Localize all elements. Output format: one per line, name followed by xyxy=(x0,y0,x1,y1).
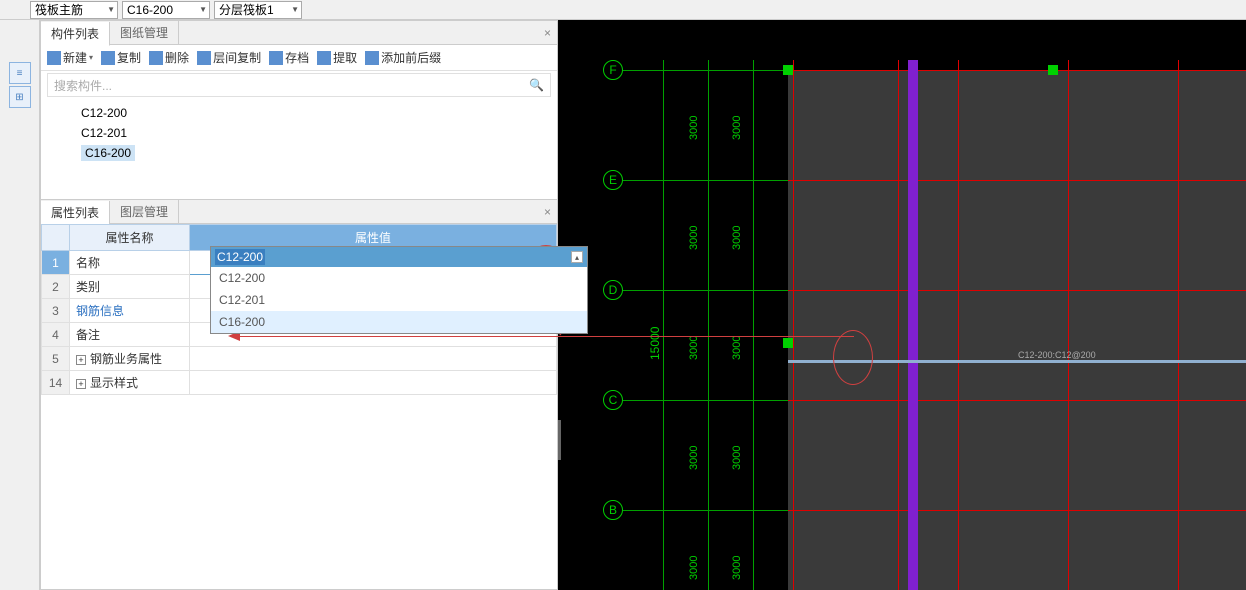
expand-icon[interactable]: + xyxy=(76,379,86,389)
handle-icon[interactable] xyxy=(1048,65,1058,75)
component-list: C12-200 C12-201 C16-200 xyxy=(41,99,557,187)
chevron-down-icon: ▼ xyxy=(107,5,115,14)
prop-name: 名称 xyxy=(70,251,190,275)
dimension-label: 3000 xyxy=(731,116,743,140)
dropdown-option[interactable]: C12-201 xyxy=(211,289,587,311)
dropdown-rebar-spec[interactable]: C16-200▼ xyxy=(122,1,210,19)
prop-value-cell[interactable] xyxy=(190,347,557,371)
dimension-label: 3000 xyxy=(688,116,700,140)
left-tool-strip: ≡ ⊞ xyxy=(0,20,40,590)
delete-button[interactable]: 删除 xyxy=(149,49,189,66)
row-num[interactable]: 3 xyxy=(42,299,70,323)
dropdown-rebar-type[interactable]: 筏板主筋▼ xyxy=(30,1,118,19)
dimension-label: 3000 xyxy=(688,336,700,360)
handle-icon[interactable] xyxy=(783,65,793,75)
chevron-down-icon: ▼ xyxy=(291,5,299,14)
copy-button[interactable]: 复制 xyxy=(101,49,141,66)
search-input[interactable]: 搜索构件... 🔍 xyxy=(47,73,551,97)
extract-button[interactable]: 提取 xyxy=(317,49,357,66)
tab-drawing-manage[interactable]: 图纸管理 xyxy=(110,21,179,45)
dropdown-option[interactable]: C12-200 xyxy=(211,267,587,289)
tab-layer-manage[interactable]: 图层管理 xyxy=(110,200,179,224)
dropdown-layer[interactable]: 分层筏板1▼ xyxy=(214,1,302,19)
dimension-label: 3000 xyxy=(731,556,743,580)
dimension-label: 3000 xyxy=(731,446,743,470)
handle-icon[interactable] xyxy=(783,338,793,348)
list-item[interactable]: C12-200 xyxy=(81,103,557,123)
dimension-label-total: 15000 xyxy=(648,327,662,360)
prop-name: 钢筋信息 xyxy=(70,299,190,323)
grid-bubble: B xyxy=(603,500,623,520)
search-icon: 🔍 xyxy=(529,78,544,92)
row-num[interactable]: 1 xyxy=(42,251,70,275)
archive-button[interactable]: 存档 xyxy=(269,49,309,66)
dimension-label: 3000 xyxy=(688,226,700,250)
grid-bubble: C xyxy=(603,390,623,410)
extract-icon xyxy=(317,51,331,65)
prefix-icon xyxy=(365,51,379,65)
archive-icon xyxy=(269,51,283,65)
prop-name: +显示样式 xyxy=(70,371,190,395)
dropdown-option[interactable]: C16-200 xyxy=(211,311,587,333)
expand-icon[interactable]: + xyxy=(76,355,86,365)
rebar-label: C12-200:C12@200 xyxy=(1018,350,1096,360)
tool-icon-2[interactable]: ⊞ xyxy=(9,86,31,108)
list-item-selected[interactable]: C16-200 xyxy=(81,143,557,163)
delete-icon xyxy=(149,51,163,65)
chevron-down-icon: ▼ xyxy=(199,5,207,14)
dimension-label: 3000 xyxy=(731,336,743,360)
annotation-arrow xyxy=(240,336,854,337)
value-input[interactable]: C12-200 xyxy=(211,247,587,267)
floorcopy-button[interactable]: 层间复制 xyxy=(197,49,261,66)
row-num[interactable]: 2 xyxy=(42,275,70,299)
tab-component-list[interactable]: 构件列表 xyxy=(41,22,110,46)
close-icon[interactable]: × xyxy=(544,205,551,219)
prop-name: +钢筋业务属性 xyxy=(70,347,190,371)
new-icon xyxy=(47,51,61,65)
new-button[interactable]: 新建▾ xyxy=(47,49,93,66)
prop-name: 类别 xyxy=(70,275,190,299)
prop-value-cell[interactable] xyxy=(190,371,557,395)
tool-icon-1[interactable]: ≡ xyxy=(9,62,31,84)
chevron-up-icon[interactable]: ▴ xyxy=(571,251,583,263)
list-item[interactable]: C12-201 xyxy=(81,123,557,143)
drawing-canvas[interactable]: F E D C B 3000 3000 3000 3000 3000 3000 … xyxy=(558,20,1246,590)
annotation-ellipse xyxy=(833,330,873,385)
dimension-label: 3000 xyxy=(731,226,743,250)
row-num[interactable]: 14 xyxy=(42,371,70,395)
floorcopy-icon xyxy=(197,51,211,65)
row-num[interactable]: 5 xyxy=(42,347,70,371)
grid-bubble: E xyxy=(603,170,623,190)
purple-element xyxy=(908,60,918,590)
scroll-handle[interactable] xyxy=(558,420,561,460)
grid-bubble: D xyxy=(603,280,623,300)
copy-icon xyxy=(101,51,115,65)
dimension-label: 3000 xyxy=(688,556,700,580)
close-icon[interactable]: × xyxy=(544,26,551,40)
tab-property-list[interactable]: 属性列表 xyxy=(41,201,110,225)
prop-name: 备注 xyxy=(70,323,190,347)
row-num[interactable]: 4 xyxy=(42,323,70,347)
col-header-name: 属性名称 xyxy=(70,225,190,251)
prefix-button[interactable]: 添加前后缀 xyxy=(365,49,441,66)
value-dropdown: C12-200 ▴ C12-200 C12-201 C16-200 xyxy=(210,246,588,334)
dimension-label: 3000 xyxy=(688,446,700,470)
grid-bubble: F xyxy=(603,60,623,80)
